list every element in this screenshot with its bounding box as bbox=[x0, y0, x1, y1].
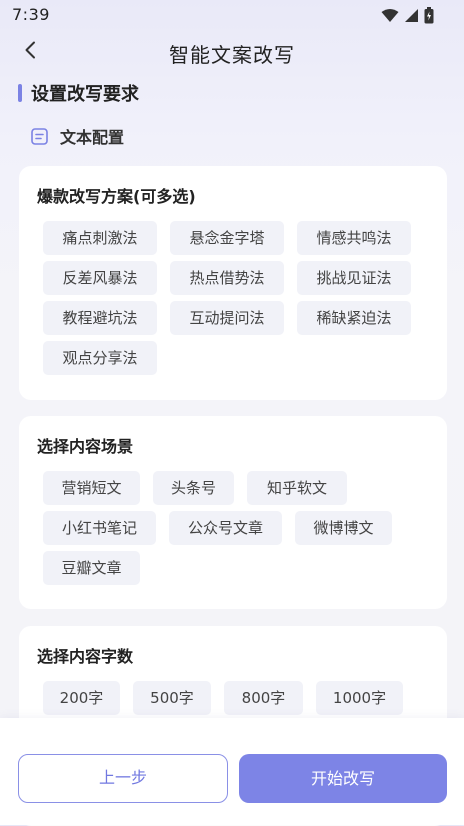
scheme-card: 爆款改写方案(可多选) 痛点刺激法 悬念金字塔 情感共鸣法 反差风暴法 热点借势… bbox=[19, 166, 447, 400]
scene-card-title: 选择内容场景 bbox=[37, 437, 134, 456]
word-count-options: 200字 500字 800字 1000字 bbox=[37, 681, 429, 721]
previous-step-button[interactable]: 上一步 bbox=[18, 754, 228, 803]
scene-option[interactable]: 微博博文 bbox=[295, 511, 392, 545]
scheme-options: 痛点刺激法 悬念金字塔 情感共鸣法 反差风暴法 热点借势法 挑战见证法 教程避坑… bbox=[37, 221, 429, 381]
scene-option[interactable]: 知乎软文 bbox=[247, 471, 347, 505]
nav-bar: 智能文案改写 bbox=[0, 30, 464, 74]
scene-option[interactable]: 豆瓣文章 bbox=[43, 551, 140, 585]
word-count-option[interactable]: 500字 bbox=[133, 681, 211, 715]
word-count-option[interactable]: 1000字 bbox=[316, 681, 403, 715]
scene-option[interactable]: 头条号 bbox=[153, 471, 234, 505]
scheme-option[interactable]: 悬念金字塔 bbox=[170, 221, 284, 255]
word-count-card-title: 选择内容字数 bbox=[37, 647, 134, 666]
scene-option[interactable]: 小红书笔记 bbox=[43, 511, 156, 545]
cellular-signal-icon bbox=[404, 8, 419, 27]
scheme-option[interactable]: 互动提问法 bbox=[170, 301, 284, 335]
scheme-option[interactable]: 热点借势法 bbox=[170, 261, 284, 295]
status-icons bbox=[381, 7, 434, 28]
scheme-option[interactable]: 观点分享法 bbox=[43, 341, 157, 375]
section-heading-text: 设置改写要求 bbox=[31, 84, 139, 105]
scheme-option[interactable]: 痛点刺激法 bbox=[43, 221, 157, 255]
sub-heading-text: 文本配置 bbox=[60, 128, 125, 147]
battery-icon bbox=[424, 7, 434, 28]
scheme-option[interactable]: 稀缺紧迫法 bbox=[297, 301, 411, 335]
scheme-option[interactable]: 情感共鸣法 bbox=[297, 221, 411, 255]
sub-heading: 文本配置 bbox=[30, 124, 124, 148]
document-icon bbox=[30, 127, 48, 145]
start-rewrite-button[interactable]: 开始改写 bbox=[239, 754, 447, 803]
word-count-option[interactable]: 200字 bbox=[43, 681, 120, 715]
page-title: 智能文案改写 bbox=[169, 43, 295, 67]
scheme-option[interactable]: 教程避坑法 bbox=[43, 301, 157, 335]
scene-option[interactable]: 公众号文章 bbox=[169, 511, 282, 545]
status-bar: 7:39 bbox=[0, 0, 464, 30]
footer-bar: 上一步 开始改写 bbox=[0, 718, 464, 825]
scene-options: 营销短文 头条号 知乎软文 小红书笔记 公众号文章 微博博文 豆瓣文章 bbox=[37, 471, 429, 591]
status-time: 7:39 bbox=[12, 5, 50, 24]
accent-bar bbox=[18, 84, 22, 102]
wifi-icon bbox=[381, 8, 399, 27]
scene-card: 选择内容场景 营销短文 头条号 知乎软文 小红书笔记 公众号文章 微博博文 豆瓣… bbox=[19, 416, 447, 609]
word-count-option[interactable]: 800字 bbox=[224, 681, 303, 715]
section-heading: 设置改写要求 bbox=[18, 81, 139, 105]
scheme-option[interactable]: 挑战见证法 bbox=[297, 261, 411, 295]
scheme-card-title: 爆款改写方案(可多选) bbox=[37, 187, 196, 206]
scheme-option[interactable]: 反差风暴法 bbox=[43, 261, 157, 295]
scene-option[interactable]: 营销短文 bbox=[43, 471, 140, 505]
